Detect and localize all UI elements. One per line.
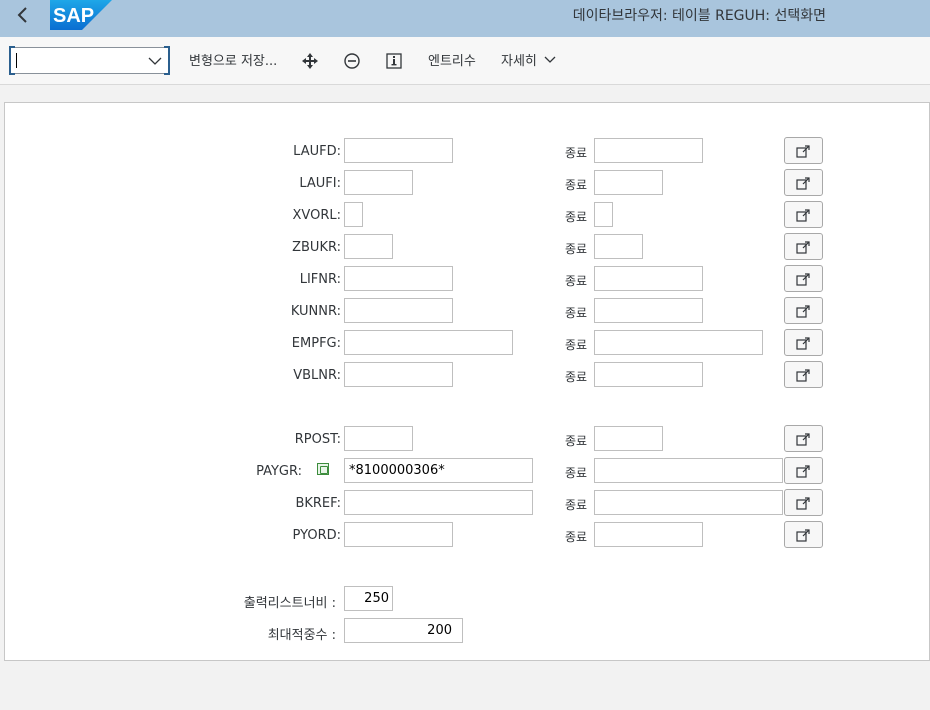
paygr-to-input[interactable] bbox=[594, 458, 783, 483]
sap-logo-text: SAP bbox=[53, 5, 94, 27]
sap-logo: SAP bbox=[50, 0, 112, 30]
kunnr-from-input[interactable] bbox=[344, 298, 453, 323]
chevron-down-icon bbox=[544, 56, 556, 63]
output-width-label: 출력리스트너비 : bbox=[243, 596, 336, 611]
vblnr-to-label: 종료 bbox=[565, 370, 588, 384]
field-label-empfg: EMPFG: bbox=[291, 336, 341, 351]
laufi-to-input[interactable] bbox=[594, 170, 663, 195]
back-arrow-icon[interactable] bbox=[12, 4, 34, 26]
shell-bar: SAP 데이타브라우저: 테이블 REGUH: 선택화면 bbox=[0, 0, 930, 37]
paygr-from-input[interactable]: *8100000306* bbox=[344, 458, 533, 483]
laufi-from-input[interactable] bbox=[344, 170, 413, 195]
field-label-laufd: LAUFD: bbox=[293, 144, 341, 159]
laufd-multiple-selection-button[interactable] bbox=[784, 137, 823, 164]
zbukr-multiple-selection-button[interactable] bbox=[784, 233, 823, 260]
pyord-from-input[interactable] bbox=[344, 522, 453, 547]
empfg-multiple-selection-button[interactable] bbox=[784, 329, 823, 356]
entry-count-button[interactable]: 엔트리수 bbox=[428, 50, 476, 69]
vblnr-multiple-selection-button[interactable] bbox=[784, 361, 823, 388]
bkref-to-input[interactable] bbox=[594, 490, 783, 515]
zbukr-to-input[interactable] bbox=[594, 234, 643, 259]
bkref-from-input[interactable] bbox=[344, 490, 533, 515]
minus-circle-icon[interactable] bbox=[343, 52, 361, 70]
empfg-to-input[interactable] bbox=[594, 330, 763, 355]
info-icon[interactable] bbox=[385, 52, 403, 70]
kunnr-to-label: 종료 bbox=[565, 306, 588, 320]
command-input[interactable] bbox=[14, 50, 144, 71]
selection-option-icon[interactable] bbox=[317, 463, 329, 475]
xvorl-to-input[interactable] bbox=[594, 202, 613, 227]
multiple-selection-icon bbox=[796, 145, 810, 158]
bkref-multiple-selection-button[interactable] bbox=[784, 489, 823, 516]
pyord-to-label: 종료 bbox=[565, 530, 588, 544]
multiple-selection-icon bbox=[796, 433, 810, 446]
command-field[interactable] bbox=[9, 46, 170, 75]
focus-bracket-right bbox=[164, 46, 170, 75]
window-title: 데이타브라우저: 테이블 REGUH: 선택화면 bbox=[572, 8, 826, 24]
lifnr-to-label: 종료 bbox=[565, 274, 588, 288]
rpost-to-input[interactable] bbox=[594, 426, 663, 451]
empfg-from-input[interactable] bbox=[344, 330, 513, 355]
paygr-multiple-selection-button[interactable] bbox=[784, 457, 823, 484]
multiple-selection-icon bbox=[796, 273, 810, 286]
laufi-to-label: 종료 bbox=[565, 178, 588, 192]
laufd-to-label: 종료 bbox=[565, 146, 588, 160]
rpost-multiple-selection-button[interactable] bbox=[784, 425, 823, 452]
field-label-vblnr: VBLNR: bbox=[293, 368, 341, 383]
move-arrows-icon[interactable] bbox=[301, 52, 319, 70]
field-label-rpost: RPOST: bbox=[294, 432, 341, 447]
rpost-to-label: 종료 bbox=[565, 434, 588, 448]
lifnr-to-input[interactable] bbox=[594, 266, 703, 291]
field-label-zbukr: ZBUKR: bbox=[292, 240, 341, 255]
chevron-down-icon[interactable] bbox=[148, 55, 162, 67]
vblnr-from-input[interactable] bbox=[344, 362, 453, 387]
xvorl-from-input[interactable] bbox=[344, 202, 363, 227]
pyord-to-input[interactable] bbox=[594, 522, 703, 547]
lifnr-multiple-selection-button[interactable] bbox=[784, 265, 823, 292]
multiple-selection-icon bbox=[796, 497, 810, 510]
laufi-multiple-selection-button[interactable] bbox=[784, 169, 823, 196]
empfg-to-label: 종료 bbox=[565, 338, 588, 352]
more-menu-button[interactable]: 자세히 bbox=[501, 50, 556, 69]
rpost-from-input[interactable] bbox=[344, 426, 413, 451]
max-hits-label: 최대적중수 : bbox=[267, 628, 336, 643]
laufd-from-input[interactable] bbox=[344, 138, 453, 163]
multiple-selection-icon bbox=[796, 465, 810, 478]
paygr-to-label: 종료 bbox=[565, 466, 588, 480]
pyord-multiple-selection-button[interactable] bbox=[784, 521, 823, 548]
field-label-lifnr: LIFNR: bbox=[299, 272, 341, 287]
bkref-to-label: 종료 bbox=[565, 498, 588, 512]
xvorl-multiple-selection-button[interactable] bbox=[784, 201, 823, 228]
max-hits-input[interactable]: 200 bbox=[344, 618, 463, 643]
vblnr-to-input[interactable] bbox=[594, 362, 703, 387]
multiple-selection-icon bbox=[796, 241, 810, 254]
output-width-input[interactable]: 250 bbox=[344, 586, 393, 611]
more-menu-label: 자세히 bbox=[501, 54, 537, 69]
field-label-paygr: PAYGR: bbox=[256, 464, 302, 479]
field-label-xvorl: XVORL: bbox=[292, 208, 341, 223]
zbukr-from-input[interactable] bbox=[344, 234, 393, 259]
multiple-selection-icon bbox=[796, 209, 810, 222]
multiple-selection-icon bbox=[796, 529, 810, 542]
field-label-laufi: LAUFI: bbox=[299, 176, 341, 191]
field-label-bkref: BKREF: bbox=[295, 496, 341, 511]
xvorl-to-label: 종료 bbox=[565, 210, 588, 224]
multiple-selection-icon bbox=[796, 177, 810, 190]
zbukr-to-label: 종료 bbox=[565, 242, 588, 256]
field-label-pyord: PYORD: bbox=[292, 528, 341, 543]
multiple-selection-icon bbox=[796, 337, 810, 350]
save-as-variant-button[interactable]: 변형으로 저장... bbox=[189, 50, 277, 69]
multiple-selection-icon bbox=[796, 305, 810, 318]
lifnr-from-input[interactable] bbox=[344, 266, 453, 291]
selection-screen-panel: LAUFD: 종료 LAUFI: 종료 XVORL: 종료 ZBUKR: 종료 … bbox=[4, 102, 930, 661]
laufd-to-input[interactable] bbox=[594, 138, 703, 163]
multiple-selection-icon bbox=[796, 369, 810, 382]
kunnr-multiple-selection-button[interactable] bbox=[784, 297, 823, 324]
application-toolbar: 변형으로 저장... 엔트리수 자세히 bbox=[0, 37, 930, 85]
kunnr-to-input[interactable] bbox=[594, 298, 703, 323]
field-label-kunnr: KUNNR: bbox=[290, 304, 341, 319]
